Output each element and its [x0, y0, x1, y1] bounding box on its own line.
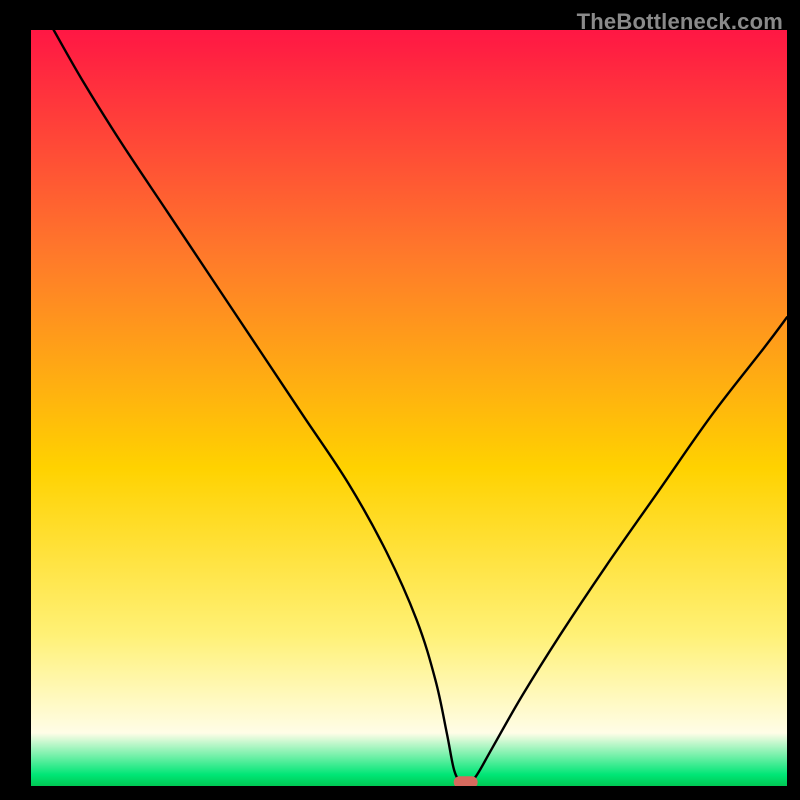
optimal-marker: [454, 776, 478, 786]
plot-area: [31, 30, 787, 786]
watermark-text: TheBottleneck.com: [577, 9, 783, 35]
chart-background: [31, 30, 787, 786]
chart-frame: TheBottleneck.com: [7, 7, 793, 793]
chart-svg: [31, 30, 787, 786]
